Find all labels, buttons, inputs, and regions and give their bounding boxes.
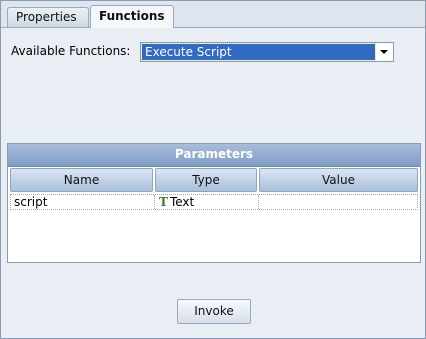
cell-divider <box>258 195 260 209</box>
table-row[interactable]: script T Text <box>10 194 418 210</box>
available-functions-select[interactable]: Execute Script <box>140 42 394 62</box>
invoke-button[interactable]: Invoke <box>177 299 251 324</box>
tab-properties[interactable]: Properties <box>7 7 89 27</box>
available-functions-label: Available Functions: <box>11 44 131 58</box>
cell-divider <box>154 195 156 209</box>
text-type-icon: T <box>159 195 168 209</box>
selected-function-value: Execute Script <box>141 43 376 61</box>
column-header-name[interactable]: Name <box>10 168 153 192</box>
parameters-table: Parameters Name Type Value script T Text <box>7 143 421 263</box>
param-type-cell: T Text <box>159 195 194 209</box>
tab-bar: Properties Functions <box>1 1 425 28</box>
functions-panel: Properties Functions Available Functions… <box>0 0 426 339</box>
param-type-label: Text <box>169 195 195 209</box>
param-name-cell: script <box>14 195 48 209</box>
column-header-value[interactable]: Value <box>259 168 418 192</box>
chevron-down-icon[interactable] <box>376 44 392 60</box>
column-header-type[interactable]: Type <box>155 168 257 192</box>
tab-functions[interactable]: Functions <box>90 5 174 28</box>
parameters-title: Parameters <box>8 144 420 167</box>
